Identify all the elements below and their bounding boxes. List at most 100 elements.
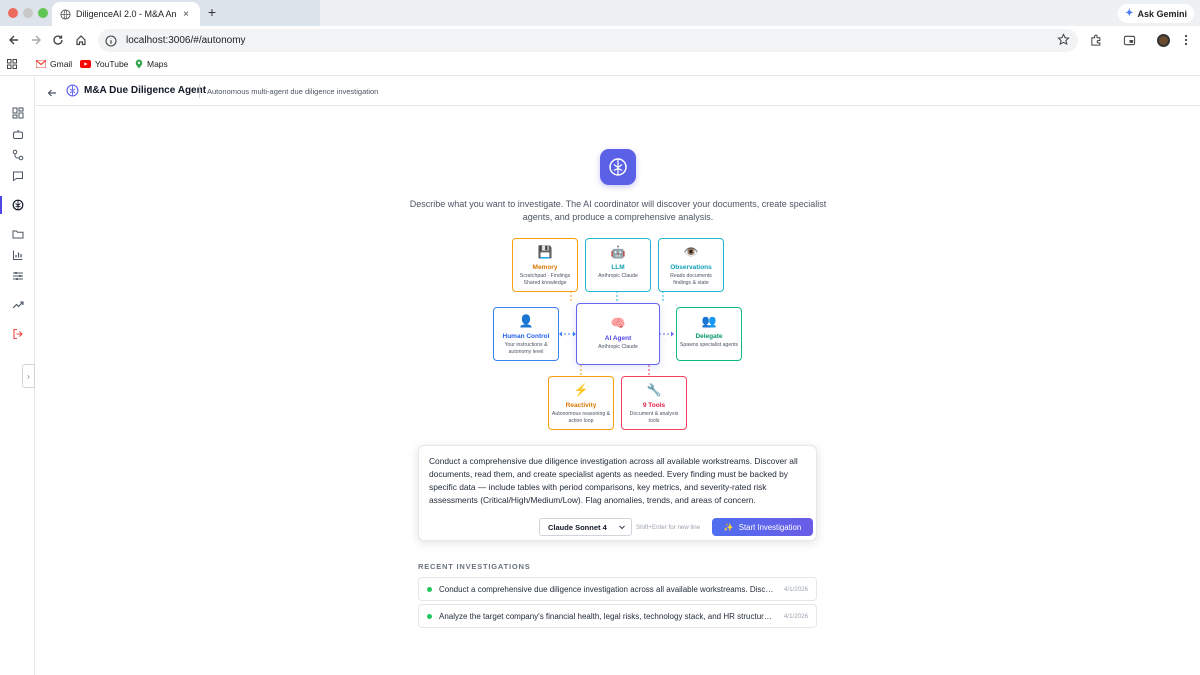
brain-emoji-icon: 🧠 [610,316,626,330]
diagram-card-human-control: 👤 Human Control Your instructions & auto… [493,307,559,361]
bookmark-label: Maps [147,59,168,69]
back-button[interactable] [47,85,57,103]
tab-title: DiligenceAI 2.0 - M&A Analys [76,9,177,19]
profile-button[interactable] [1154,31,1172,49]
page-title: M&A Due Diligence Agent [84,85,207,96]
sidebar-item-agents[interactable] [0,124,35,144]
bookmark-star-icon[interactable] [1057,33,1070,46]
media-icon [1123,35,1135,45]
bookmark-gmail[interactable]: Gmail [36,59,72,69]
sliders-icon [12,272,23,280]
floppy-disk-icon: 💾 [537,245,553,259]
model-select-value: Claude Sonnet 4 [548,522,607,532]
logout-icon [12,328,23,340]
sidebar-item-chat[interactable] [0,166,35,186]
card-description: Your instructions & autonomy level [504,342,548,355]
recent-item-text: Conduct a comprehensive due diligence in… [439,584,776,594]
card-title: 9 Tools [642,402,666,409]
bookmarks-bar: Gmail YouTube Maps [0,54,1200,76]
maps-icon [135,59,143,69]
prompt-textarea[interactable]: Conduct a comprehensive due diligence in… [429,455,809,507]
wrench-icon: 🔧 [646,383,662,397]
bookmark-youtube[interactable]: YouTube [80,59,128,69]
sidebar-item-documents[interactable] [0,224,35,244]
card-title: Memory [532,264,558,271]
site-info-icon[interactable] [104,34,118,48]
sidebar-item-workflow[interactable] [0,145,35,165]
gmail-icon [36,60,46,68]
card-description: Document & analysis tools [629,411,679,424]
trend-icon [12,301,24,309]
diagram-card-delegate: 👥 Delegate Spawns specialist agents [676,307,742,361]
window-minimize-button[interactable] [23,8,33,18]
tab-search-button[interactable] [1120,31,1138,49]
card-description: Autonomous reasoning & action loop [551,411,611,424]
window-close-button[interactable] [8,8,18,18]
recent-investigations-heading: RECENT INVESTIGATIONS [418,562,531,571]
extensions-button[interactable] [1087,31,1105,49]
page-subtitle: Autonomous multi-agent due diligence inv… [207,87,379,96]
sidebar-item-trends[interactable] [0,295,35,315]
sidebar-item-logout[interactable] [0,324,35,344]
recent-item-date: 4/1/2026 [783,585,808,593]
browser-toolbar: localhost:3006/#/autonomy [0,26,1200,54]
eye-icon: 👁️ [683,245,699,259]
chevron-down-icon [619,525,625,530]
user-icon: 👤 [518,314,534,328]
sparkle-icon: ✨ [723,522,734,532]
bot-icon [12,130,23,139]
more-vertical-icon [1184,34,1188,46]
card-description: Spawns specialist agents [679,342,739,348]
prompt-composer: Conduct a comprehensive due diligence in… [418,445,817,541]
tab-strip-empty: ✦ Ask Gemini [320,0,1200,26]
home-icon [76,35,86,46]
card-title: Observations [670,264,712,271]
brain-icon [12,199,23,211]
bookmark-label: YouTube [95,59,129,69]
browser-menu-button[interactable] [1177,31,1195,49]
users-icon: 👥 [701,314,717,328]
model-select[interactable]: Claude Sonnet 4 [539,518,632,536]
start-investigation-label: Start Investigation [738,522,802,532]
sidebar-item-dashboard[interactable] [0,103,35,123]
browser-tab-strip: DiligenceAI 2.0 - M&A Analys × + ✦ Ask G… [0,0,1200,26]
chart-icon [12,250,22,260]
address-bar[interactable]: localhost:3006/#/autonomy [98,29,1078,52]
avatar [1156,33,1170,47]
sidebar-expand-button[interactable]: › [22,364,35,388]
dashboard-icon [12,107,23,119]
diagram-card-ai-agent: 🧠 AI Agent Anthropic Claude [576,303,660,365]
ask-gemini-button[interactable]: ✦ Ask Gemini [1118,4,1194,23]
list-item[interactable]: Analyze the target company's financial h… [418,604,817,628]
diagram-card-memory: 💾 Memory Scratchpad · Findings Shared kn… [512,238,578,292]
diagram-card-reactivity: ⚡ Reactivity Autonomous reasoning & acti… [548,376,614,430]
new-tab-button[interactable]: + [205,4,219,20]
page-header: M&A Due Diligence Agent Autonomous multi… [35,77,1200,106]
hero-brain-icon [600,149,636,185]
app-sidebar: › [0,77,35,675]
tab-close-icon[interactable]: × [180,9,192,20]
window-zoom-button[interactable] [38,8,48,18]
sidebar-item-autonomy[interactable] [0,195,35,215]
list-item[interactable]: Conduct a comprehensive due diligence in… [418,577,817,601]
sidebar-item-analytics[interactable] [0,245,35,265]
sidebar-item-settings[interactable] [0,266,35,286]
bookmark-label: Gmail [50,59,73,69]
brain-icon [66,84,79,102]
status-dot [427,586,432,592]
bookmark-maps[interactable]: Maps [135,59,168,69]
diagram-card-tools: 🔧 9 Tools Document & analysis tools [621,376,687,430]
card-title: Reactivity [565,402,597,409]
start-investigation-button[interactable]: ✨ Start Investigation [712,518,813,536]
reload-button[interactable] [49,31,67,49]
forward-button[interactable] [27,31,45,49]
browser-tab[interactable]: DiligenceAI 2.0 - M&A Analys × [52,2,200,26]
card-title: LLM [611,264,625,271]
folder-icon [12,230,23,239]
back-button[interactable] [5,31,23,49]
robot-icon: 🤖 [610,245,626,259]
card-title: AI Agent [604,335,632,342]
ask-gemini-label: Ask Gemini [1137,8,1187,19]
home-button[interactable] [72,31,90,49]
apps-button[interactable] [7,59,17,69]
